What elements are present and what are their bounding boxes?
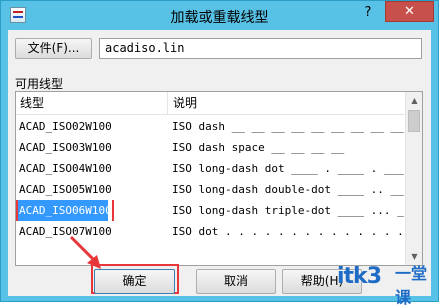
dialog-window: 加载或重载线型 ? ✕ 文件(F)... acadiso.lin 可用线型 线型…: [0, 0, 439, 307]
watermark-subtitle: 一堂课: [395, 264, 428, 307]
watermark: itk3 一堂课: [337, 256, 437, 307]
watermark-logo: itk3: [337, 264, 382, 289]
